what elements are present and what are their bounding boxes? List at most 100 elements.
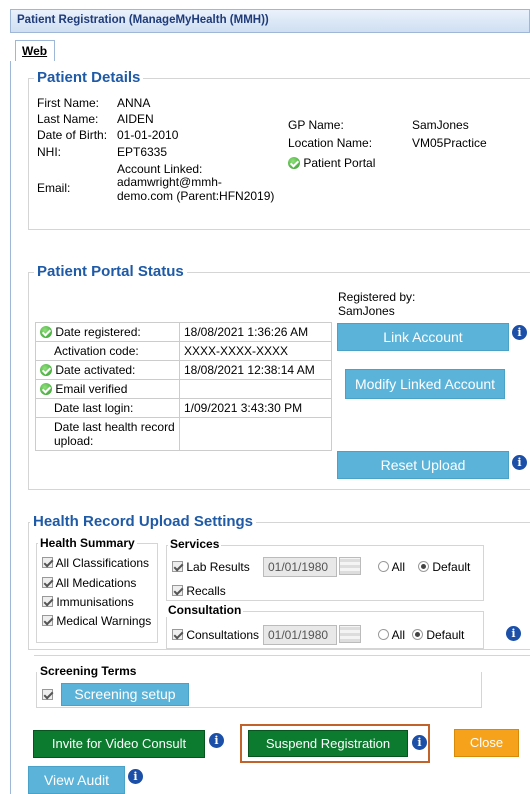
radio-button[interactable] bbox=[378, 561, 389, 572]
consultation-info-icon[interactable]: i bbox=[506, 626, 521, 641]
checkbox[interactable] bbox=[42, 689, 53, 700]
first-name-value: ANNA bbox=[117, 96, 151, 110]
registered-by-value: SamJones bbox=[338, 304, 395, 318]
status-value bbox=[179, 379, 332, 399]
check-icon bbox=[40, 326, 52, 338]
radio-button[interactable] bbox=[412, 629, 423, 640]
suspend-registration-button[interactable]: Suspend Registration bbox=[248, 730, 408, 757]
status-label: Date last login: bbox=[35, 398, 180, 418]
lab-results-option[interactable]: Lab Results bbox=[172, 560, 250, 574]
lab-results-date-field[interactable]: 01/01/1980 bbox=[263, 557, 337, 577]
services-heading: Services bbox=[168, 537, 222, 551]
checkbox-label: All Classifications bbox=[55, 556, 150, 570]
table-row: Email verified bbox=[35, 379, 332, 399]
modify-linked-account-button[interactable]: Modify Linked Account bbox=[345, 369, 505, 399]
calendar-icon[interactable] bbox=[339, 557, 361, 575]
checkbox[interactable] bbox=[42, 596, 53, 607]
check-icon bbox=[40, 364, 52, 376]
radio-label: Default bbox=[426, 628, 465, 642]
location-name-value: VM05Practice bbox=[412, 136, 487, 150]
health-summary-heading: Health Summary bbox=[38, 536, 137, 550]
consultations-option[interactable]: Consultations bbox=[172, 628, 259, 642]
status-label: Date registered: bbox=[55, 325, 141, 339]
radio-button[interactable] bbox=[378, 629, 389, 640]
dob-label: Date of Birth: bbox=[37, 128, 108, 142]
window-title: Patient Registration (ManageMyHealth (MM… bbox=[10, 9, 530, 33]
health-summary-item[interactable]: Medical Warnings bbox=[42, 614, 151, 628]
status-label: Activation code: bbox=[35, 341, 180, 361]
checkbox[interactable] bbox=[172, 585, 183, 596]
invite-video-consult-button[interactable]: Invite for Video Consult bbox=[33, 730, 205, 758]
status-value: XXXX-XXXX-XXXX bbox=[179, 341, 332, 361]
upload-settings-heading: Health Record Upload Settings bbox=[30, 513, 257, 530]
table-row: Activation code: XXXX-XXXX-XXXX bbox=[35, 341, 332, 361]
table-row: Date activated: 18/08/2021 12:38:14 AM bbox=[35, 360, 332, 380]
checkbox[interactable] bbox=[172, 629, 183, 640]
lab-default-option[interactable]: Default bbox=[418, 560, 470, 574]
consult-default-option[interactable]: Default bbox=[412, 628, 464, 642]
last-name-label: Last Name: bbox=[37, 112, 99, 126]
email-label: Email: bbox=[37, 181, 71, 195]
status-label: Date last health record upload: bbox=[35, 417, 180, 451]
screening-checkbox[interactable] bbox=[42, 688, 53, 702]
status-value: 18/08/2021 12:38:14 AM bbox=[179, 360, 332, 380]
checkbox-label: Recalls bbox=[186, 584, 226, 598]
patient-portal-status: Patient Portal bbox=[288, 156, 375, 170]
lab-all-option[interactable]: All bbox=[378, 560, 405, 574]
table-row: Date registered: 18/08/2021 1:36:26 AM bbox=[35, 322, 332, 342]
view-audit-button[interactable]: View Audit bbox=[28, 766, 125, 794]
gp-name-value: SamJones bbox=[412, 118, 469, 132]
checkbox[interactable] bbox=[42, 557, 53, 568]
close-button[interactable]: Close bbox=[454, 729, 519, 757]
screening-setup-button[interactable]: Screening setup bbox=[61, 683, 189, 706]
consultation-heading: Consultation bbox=[166, 603, 244, 617]
calendar-icon[interactable] bbox=[339, 625, 361, 643]
table-row: Date last health record upload: bbox=[35, 417, 332, 451]
view-audit-info-icon[interactable]: i bbox=[128, 769, 143, 784]
status-value bbox=[179, 417, 332, 451]
checkbox-label: Consultations bbox=[186, 628, 260, 642]
checkbox-label: Lab Results bbox=[186, 560, 250, 574]
screening-divider bbox=[34, 655, 530, 656]
last-name-value: AIDEN bbox=[117, 112, 154, 126]
registered-by-label: Registered by: bbox=[338, 290, 416, 304]
email-value-line1: adamwright@mmh- bbox=[117, 175, 222, 189]
health-summary-item[interactable]: All Classifications bbox=[42, 556, 149, 570]
table-row: Date last login: 1/09/2021 3:43:30 PM bbox=[35, 398, 332, 418]
consult-all-option[interactable]: All bbox=[378, 628, 405, 642]
checkbox[interactable] bbox=[172, 561, 183, 572]
check-icon bbox=[40, 383, 52, 395]
reset-upload-info-icon[interactable]: i bbox=[512, 455, 527, 470]
radio-label: Default bbox=[432, 560, 471, 574]
first-name-label: First Name: bbox=[37, 96, 100, 110]
status-label: Date activated: bbox=[55, 363, 136, 377]
recalls-option[interactable]: Recalls bbox=[172, 584, 226, 598]
reset-upload-button[interactable]: Reset Upload bbox=[337, 451, 509, 479]
checkbox[interactable] bbox=[42, 615, 53, 626]
location-name-label: Location Name: bbox=[288, 136, 373, 150]
patient-details-heading: Patient Details bbox=[34, 69, 144, 86]
health-summary-item[interactable]: Immunisations bbox=[42, 595, 134, 609]
link-account-info-icon[interactable]: i bbox=[512, 325, 527, 340]
status-value: 1/09/2021 3:43:30 PM bbox=[179, 398, 332, 418]
checkbox-label: All Medications bbox=[55, 576, 137, 590]
checkbox-label: Immunisations bbox=[56, 595, 134, 609]
gp-name-label: GP Name: bbox=[288, 118, 344, 132]
patient-portal-label: Patient Portal bbox=[303, 156, 376, 170]
radio-button[interactable] bbox=[418, 561, 429, 572]
dob-value: 01-01-2010 bbox=[117, 128, 179, 142]
account-linked-label: Account Linked: bbox=[117, 162, 203, 176]
check-icon bbox=[288, 157, 300, 169]
status-value: 18/08/2021 1:36:26 AM bbox=[179, 322, 332, 342]
checkbox-label: Medical Warnings bbox=[56, 614, 152, 628]
tab-web[interactable]: Web bbox=[15, 40, 55, 62]
link-account-button[interactable]: Link Account bbox=[337, 323, 509, 351]
portal-status-heading: Patient Portal Status bbox=[34, 263, 187, 280]
suspend-info-icon[interactable]: i bbox=[412, 735, 427, 750]
checkbox[interactable] bbox=[42, 577, 53, 588]
invite-video-info-icon[interactable]: i bbox=[209, 733, 224, 748]
patient-details-box bbox=[28, 78, 530, 230]
consultations-date-field[interactable]: 01/01/1980 bbox=[263, 625, 337, 645]
health-summary-item[interactable]: All Medications bbox=[42, 576, 136, 590]
email-value-line2: demo.com (Parent:HFN2019) bbox=[117, 189, 275, 203]
